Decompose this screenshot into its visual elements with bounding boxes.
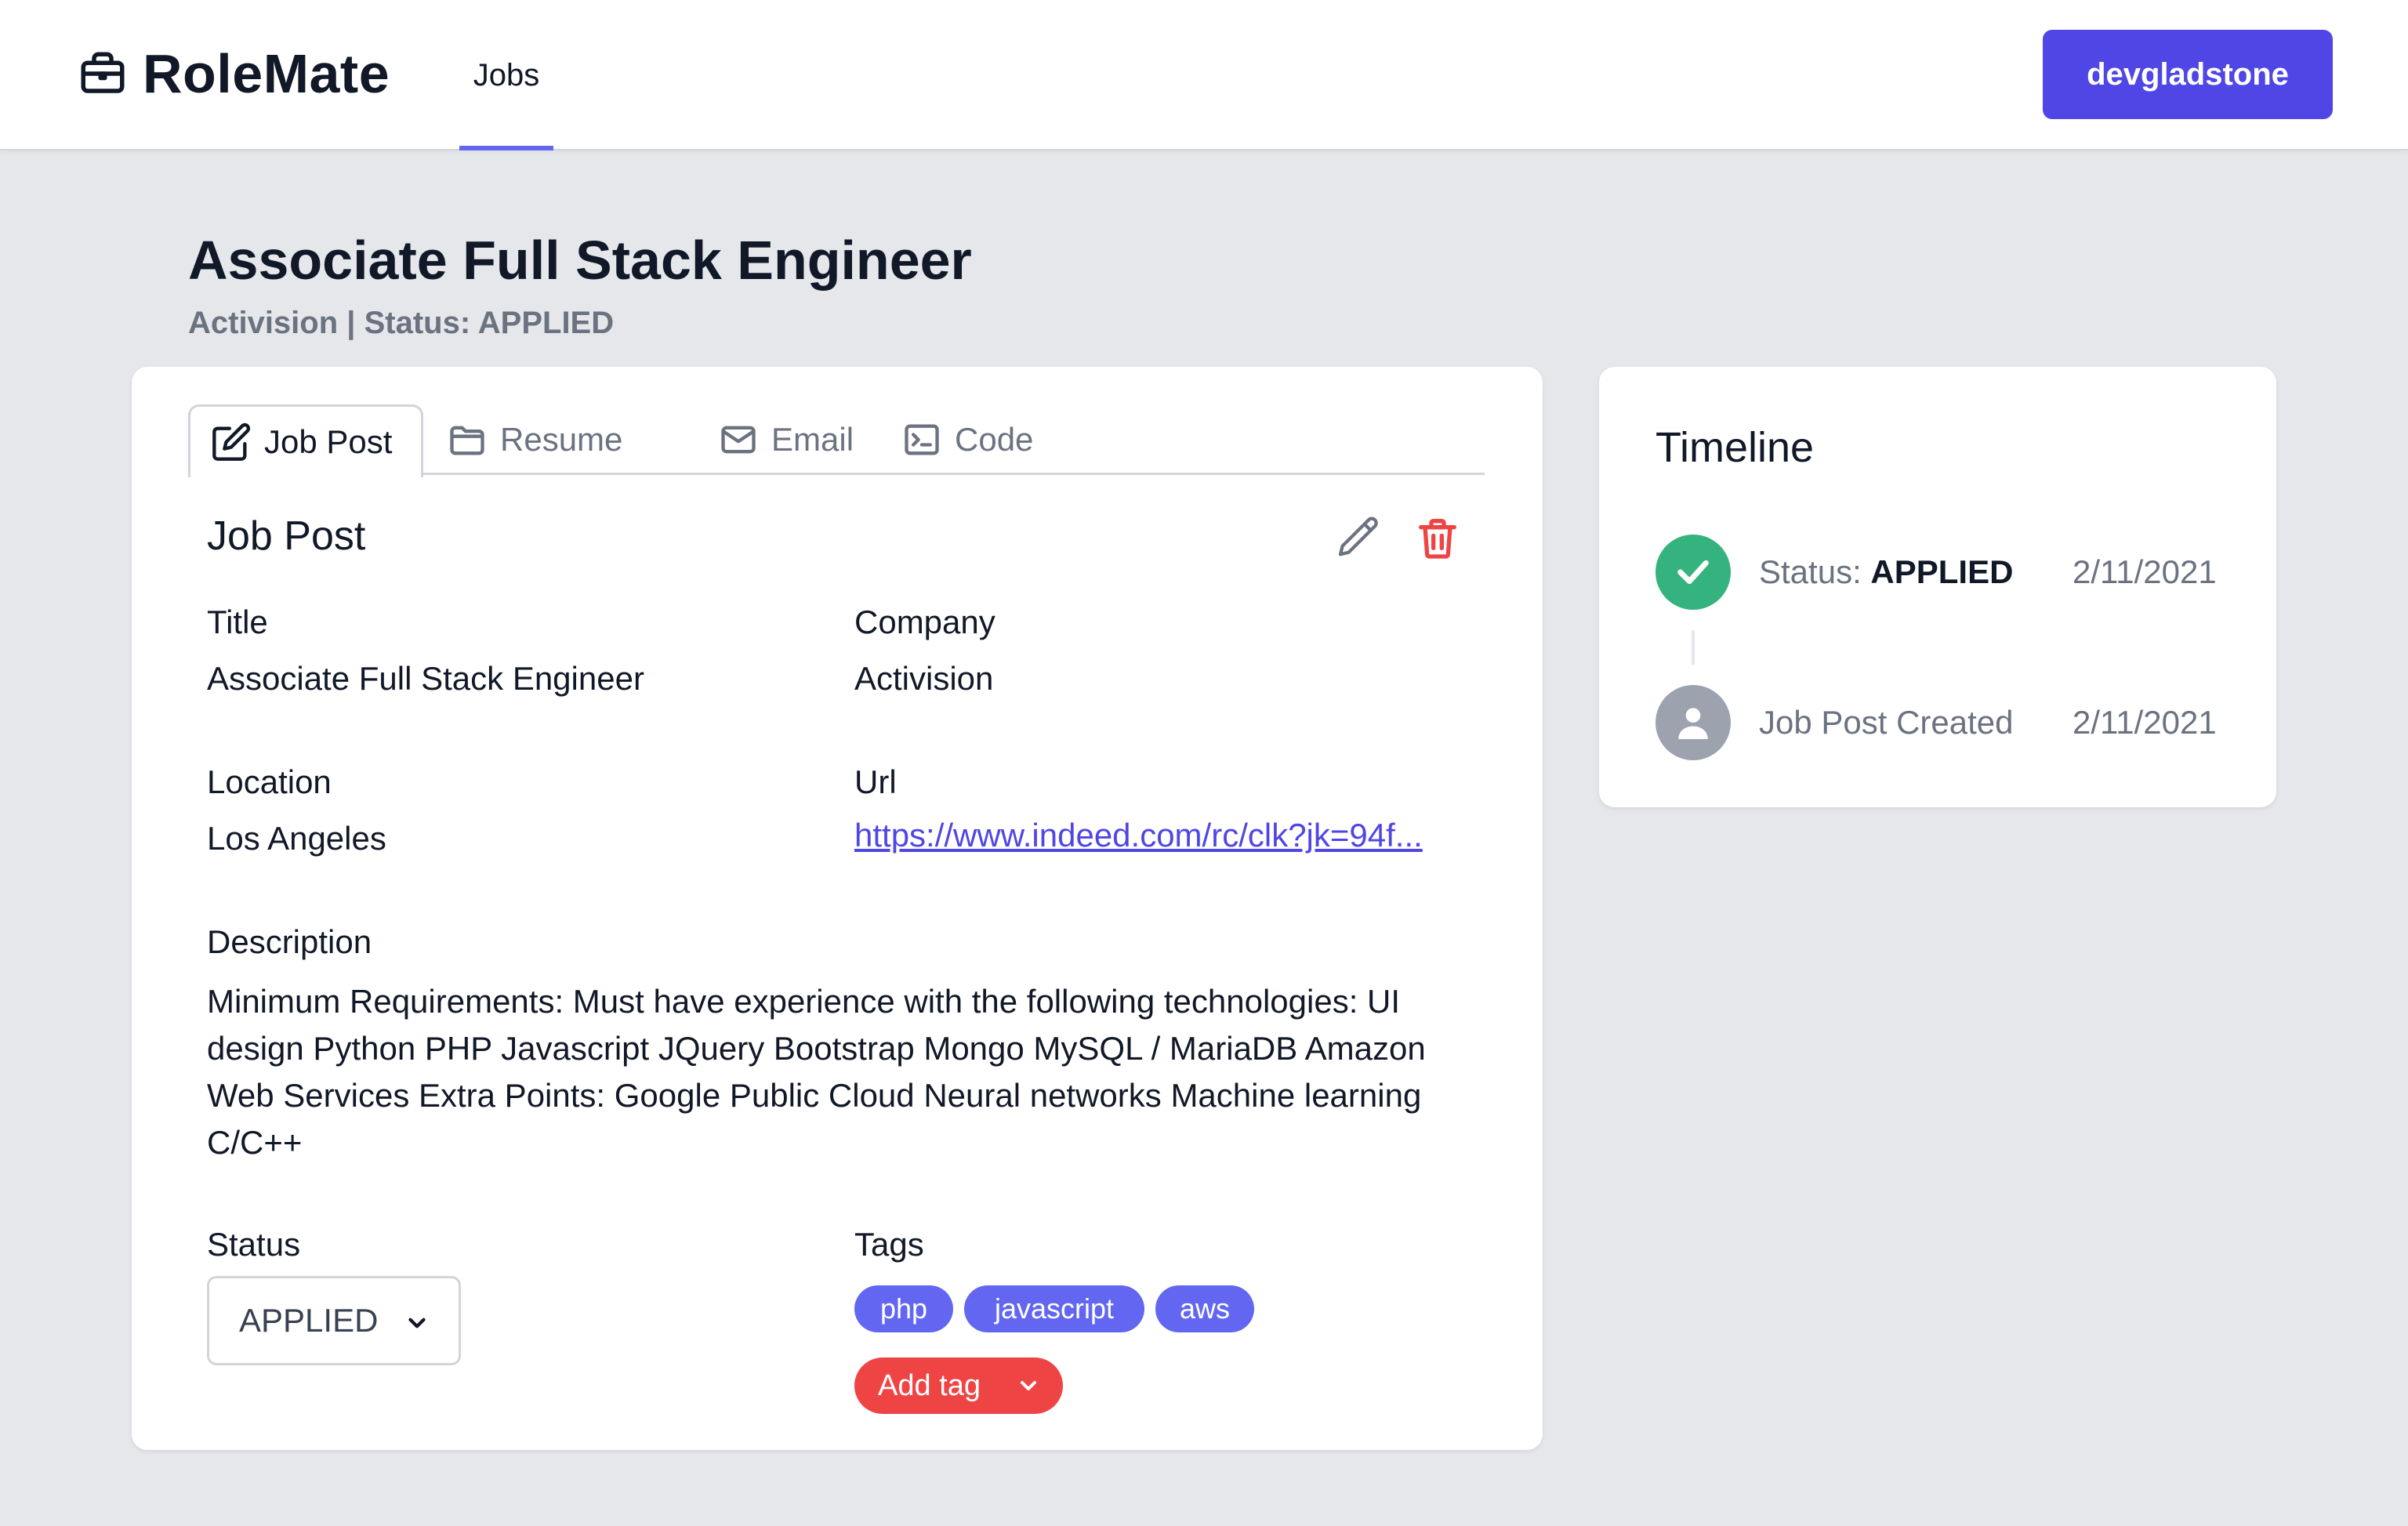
status-select-value: APPLIED <box>239 1302 379 1339</box>
brand-name: RoleMate <box>143 43 390 104</box>
timeline-event-status: Status: APPLIED <box>1759 553 2013 591</box>
timeline-event-created: Job Post Created <box>1759 704 2014 741</box>
description-text: Minimum Requirements: Must have experien… <box>207 983 1426 1161</box>
tag-chip[interactable]: php <box>854 1285 953 1332</box>
description-label: Description <box>207 923 372 960</box>
url-link[interactable]: https://www.indeed.com/rc/clk?jk=94f... <box>854 817 1463 854</box>
timeline-connector <box>1692 630 1695 665</box>
timeline-created-dot <box>1656 685 1731 760</box>
timeline-event-date: 2/11/2021 <box>2073 704 2217 741</box>
page-title: Associate Full Stack Engineer <box>188 230 972 291</box>
folder-icon <box>450 426 484 455</box>
timeline-event-value: APPLIED <box>1870 553 2014 590</box>
tab-code[interactable]: Code <box>901 404 1033 475</box>
job-detail-card: Job Post Resume Email Code Job Post Titl… <box>132 367 1543 1450</box>
location-label: Location <box>207 763 332 800</box>
location-value: Los Angeles <box>207 820 386 857</box>
status-label: Status <box>207 1226 301 1263</box>
nav-jobs-link[interactable]: Jobs <box>459 0 553 150</box>
terminal-icon <box>905 424 939 455</box>
tab-email[interactable]: Email <box>718 404 854 475</box>
user-icon <box>1678 708 1708 739</box>
top-navbar: RoleMate Jobs devgladstone <box>0 0 2408 150</box>
tags-label: Tags <box>854 1226 924 1263</box>
timeline-card: Timeline Status: APPLIED 2/11/2021 Job P… <box>1599 367 2276 807</box>
check-icon <box>1677 560 1709 585</box>
edit-square-icon <box>212 422 251 461</box>
add-tag-button[interactable]: Add tag <box>854 1357 1063 1414</box>
brand-logo[interactable]: RoleMate <box>77 42 390 105</box>
briefcase-icon <box>81 52 125 93</box>
timeline-event-date: 2/11/2021 <box>2073 553 2217 590</box>
trash-icon[interactable] <box>1413 513 1463 563</box>
tab-job-post[interactable]: Job Post <box>188 404 423 477</box>
tag-chip[interactable]: javascript <box>964 1285 1144 1332</box>
pencil-icon[interactable] <box>1334 513 1384 563</box>
section-title: Job Post <box>207 513 366 559</box>
tab-code-label: Code <box>955 421 1034 458</box>
timeline-status-dot <box>1656 535 1731 610</box>
tag-chip[interactable]: aws <box>1155 1285 1254 1332</box>
timeline-event-prefix: Status: <box>1759 553 1871 590</box>
company-label: Company <box>854 604 995 640</box>
title-label: Title <box>207 604 268 640</box>
tab-email-label: Email <box>771 421 854 458</box>
tab-job-post-label: Job Post <box>264 423 393 460</box>
user-menu-button[interactable]: devgladstone <box>2043 30 2333 119</box>
tab-resume-label: Resume <box>500 421 623 458</box>
url-label: Url <box>854 763 897 800</box>
status-select[interactable]: APPLIED <box>207 1276 461 1365</box>
chevron-down-icon <box>1021 1381 1036 1390</box>
tab-bar: Job Post Resume Email Code <box>188 404 1485 477</box>
company-value: Activision <box>854 660 994 697</box>
add-tag-label: Add tag <box>878 1368 981 1402</box>
title-value: Associate Full Stack Engineer <box>207 660 644 697</box>
chevron-down-icon <box>408 1318 426 1328</box>
tab-resume[interactable]: Resume <box>447 404 622 475</box>
mail-icon <box>721 426 756 454</box>
page-subtitle: Activision | Status: APPLIED <box>188 306 615 340</box>
timeline-title: Timeline <box>1656 424 1815 471</box>
